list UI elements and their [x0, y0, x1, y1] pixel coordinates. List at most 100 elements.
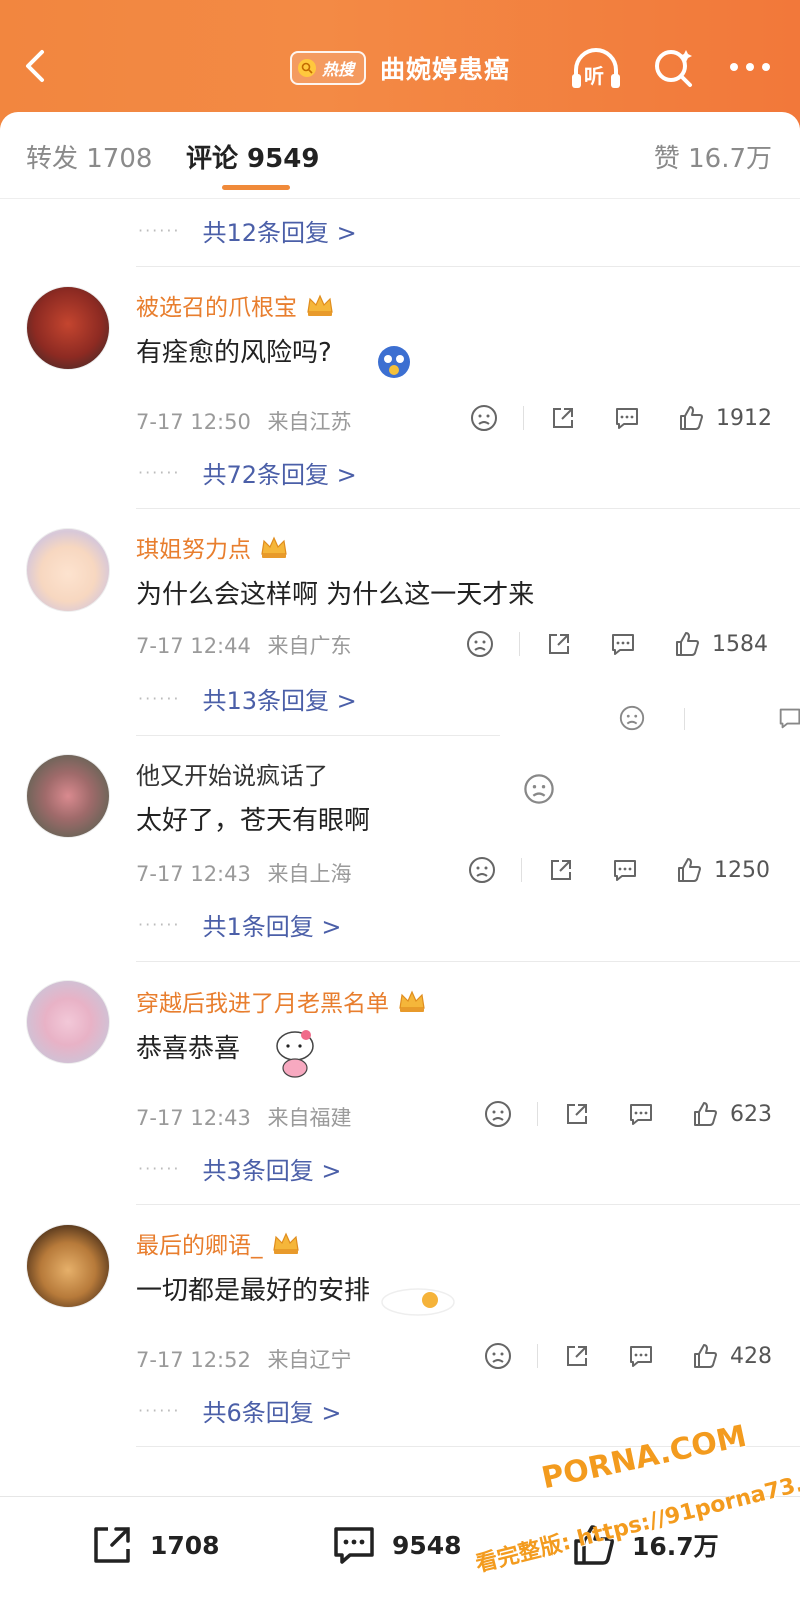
- comment-meta: 7-17 12:52 来自辽宁: [136, 1344, 352, 1374]
- listen-button[interactable]: 听: [568, 44, 624, 94]
- reply-expand-link[interactable]: ······ 共12条回复 >: [138, 212, 357, 248]
- comment-actions: 1584: [465, 626, 768, 662]
- tab-comments[interactable]: 评论 9549: [186, 138, 319, 175]
- like-thumb-icon[interactable]: [690, 1099, 720, 1129]
- divider: [136, 961, 800, 962]
- repost-button[interactable]: 1708: [88, 1521, 220, 1569]
- dislike-face-icon[interactable]: [465, 629, 495, 659]
- like-count: 1250: [714, 857, 770, 883]
- action-separator: [537, 1344, 538, 1368]
- reply-expand-link[interactable]: ······ 共3条回复 >: [138, 1150, 342, 1186]
- comment-time: 7-17 12:43: [136, 1106, 251, 1130]
- hello-kitty-sticker-icon: [276, 1030, 314, 1078]
- like-thumb-icon[interactable]: [672, 629, 702, 659]
- more-button[interactable]: [726, 52, 774, 82]
- page-title: 曲婉婷患癌: [380, 55, 511, 84]
- divider: [136, 1446, 800, 1447]
- dislike-face-icon[interactable]: [469, 403, 499, 433]
- dislike-face-icon[interactable]: [483, 1099, 513, 1129]
- overlay-separator: [684, 708, 685, 730]
- tab-reposts[interactable]: 转发 1708: [26, 138, 152, 175]
- reply-dots: ······: [138, 1400, 181, 1420]
- comment-icon[interactable]: [608, 629, 638, 659]
- comment-text: 为什么会这样啊 为什么这一天才来: [136, 580, 535, 610]
- like-thumb-icon[interactable]: [676, 403, 706, 433]
- reply-dots: ······: [138, 688, 181, 708]
- comment-actions: 428: [483, 1338, 772, 1374]
- comment-button[interactable]: 9548: [330, 1521, 462, 1569]
- share-icon[interactable]: [562, 1099, 592, 1129]
- listen-label: 听: [584, 64, 604, 88]
- divider: [136, 508, 800, 509]
- action-separator: [537, 1102, 538, 1126]
- like-thumb-icon[interactable]: [690, 1341, 720, 1371]
- avatar[interactable]: [26, 528, 110, 612]
- username[interactable]: 最后的卿语_: [136, 1226, 301, 1260]
- reply-dots: ······: [138, 914, 181, 934]
- reply-expand-link[interactable]: ······ 共6条回复 >: [138, 1392, 342, 1428]
- sticker-icon: [378, 346, 410, 378]
- reply-expand-link[interactable]: ······ 共72条回复 >: [138, 454, 357, 490]
- comment-icon[interactable]: [610, 855, 640, 885]
- username[interactable]: 被选召的爪根宝: [136, 288, 335, 322]
- crown-badge-icon: [272, 1232, 299, 1254]
- search-button[interactable]: [650, 44, 698, 92]
- comment-location: 来自广东: [267, 634, 352, 658]
- reply-dots: ······: [138, 462, 181, 482]
- avatar[interactable]: [26, 980, 110, 1064]
- reply-expand-link[interactable]: ······ 共13条回复 >: [138, 680, 357, 716]
- comment-bubble-icon: [334, 1527, 374, 1564]
- reply-expand-link[interactable]: ······ 共1条回复 >: [138, 906, 342, 942]
- dislike-face-icon[interactable]: [483, 1341, 513, 1371]
- username-text: 最后的卿语_: [136, 1233, 263, 1259]
- share-icon[interactable]: [544, 629, 574, 659]
- reply-count-text: 共1条回复 >: [202, 912, 342, 941]
- overlay-comment-icon: [779, 708, 800, 729]
- crown-badge-icon: [307, 294, 333, 316]
- comment-location: 来自辽宁: [267, 1348, 352, 1372]
- overlay-dislike-face-icon: [619, 705, 645, 731]
- comment-icon[interactable]: [612, 403, 642, 433]
- comment-location: 来自上海: [267, 862, 352, 886]
- like-thumb-icon[interactable]: [674, 855, 704, 885]
- comment-text: 有痊愈的风险吗?: [136, 338, 332, 368]
- comment-meta: 7-17 12:43 来自福建: [136, 1102, 352, 1132]
- comment-time: 7-17 12:44: [136, 634, 251, 658]
- comment-meta: 7-17 12:44 来自广东: [136, 630, 352, 660]
- comment-actions: 1912: [469, 400, 772, 436]
- more-dots-icon: [730, 63, 770, 71]
- comment-time: 7-17 12:50: [136, 410, 251, 434]
- avatar[interactable]: [26, 286, 110, 370]
- like-button[interactable]: 16.7万: [570, 1521, 719, 1569]
- avatar[interactable]: [26, 1224, 110, 1308]
- egg-sticker-icon: [381, 1288, 455, 1316]
- avatar[interactable]: [26, 754, 110, 838]
- back-button[interactable]: [14, 44, 58, 88]
- title-area[interactable]: 热搜 曲婉婷患癌: [290, 48, 510, 88]
- comment-meta: 7-17 12:43 来自上海: [136, 858, 352, 888]
- search-icon: [655, 50, 692, 87]
- reply-dots: ······: [138, 220, 181, 240]
- divider: [136, 1204, 800, 1205]
- reply-dots: ······: [138, 1158, 181, 1178]
- username-text: 被选召的爪根宝: [136, 295, 297, 321]
- share-icon[interactable]: [562, 1341, 592, 1371]
- comment-icon[interactable]: [626, 1341, 656, 1371]
- bottom-action-bar: 1708 9548 16.7万: [0, 1496, 800, 1602]
- comment-actions: 1250: [467, 852, 770, 888]
- divider: [136, 735, 500, 736]
- username[interactable]: 琪姐努力点: [136, 530, 289, 564]
- hot-search-badge[interactable]: 热搜: [290, 51, 367, 85]
- comment-time: 7-17 12:52: [136, 1348, 251, 1372]
- divider: [136, 266, 800, 267]
- crown-badge-icon: [261, 536, 287, 558]
- tab-likes[interactable]: 赞 16.7万: [654, 138, 772, 175]
- share-icon[interactable]: [548, 403, 578, 433]
- comment-location: 来自江苏: [267, 410, 352, 434]
- comment-icon[interactable]: [626, 1099, 656, 1129]
- share-icon[interactable]: [546, 855, 576, 885]
- dislike-face-icon[interactable]: [467, 855, 497, 885]
- like-count: 1912: [716, 405, 772, 431]
- comment-count: 9548: [392, 1530, 462, 1560]
- username[interactable]: 穿越后我进了月老黑名单: [136, 984, 427, 1018]
